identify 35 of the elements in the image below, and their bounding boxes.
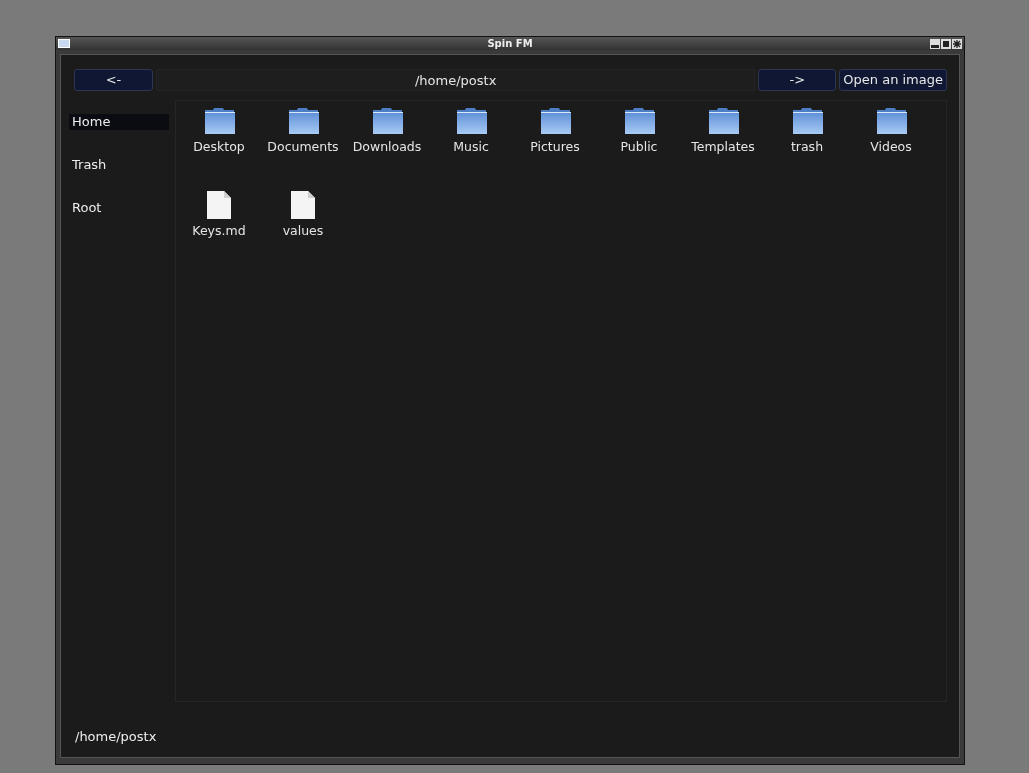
minimize-icon[interactable] [930,38,940,49]
folder-icon[interactable] [287,107,319,135]
folder-icon[interactable] [203,107,235,135]
back-button[interactable]: <- [74,68,153,91]
document-icon[interactable] [207,191,231,219]
file-name[interactable]: Public [620,139,658,154]
file-name[interactable]: Keys.md [192,223,246,238]
sidebar-item[interactable]: Root [69,200,169,216]
window-icon [58,39,70,48]
file-name[interactable]: Templates [691,139,755,154]
forward-button[interactable]: -> [758,68,837,91]
folder-icon[interactable] [875,107,907,135]
close-icon[interactable] [952,38,962,49]
open-image-button[interactable]: Open an image [839,68,947,91]
file-name[interactable]: Desktop [193,139,245,154]
file-name[interactable]: Pictures [530,139,580,154]
folder-icon[interactable] [707,107,739,135]
file-name[interactable]: Music [453,139,489,154]
file-name[interactable]: Downloads [352,139,422,154]
folder-icon[interactable] [539,107,571,135]
file-name[interactable]: Documents [267,139,339,154]
document-icon[interactable] [291,191,315,219]
file-name[interactable]: trash [790,139,824,154]
maximize-icon[interactable] [941,38,951,49]
folder-icon[interactable] [371,107,403,135]
file-name[interactable]: values [282,223,324,238]
file-name[interactable]: Videos [870,139,912,154]
sidebar-item[interactable]: Trash [69,157,169,173]
folder-icon[interactable] [623,107,655,135]
folder-icon[interactable] [791,107,823,135]
folder-icon[interactable] [455,107,487,135]
window-title: Spin FM [487,38,533,49]
status-path: /home/postx [74,728,158,746]
path-field[interactable]: /home/postx [156,68,756,91]
sidebar-item[interactable]: Home [69,114,169,130]
